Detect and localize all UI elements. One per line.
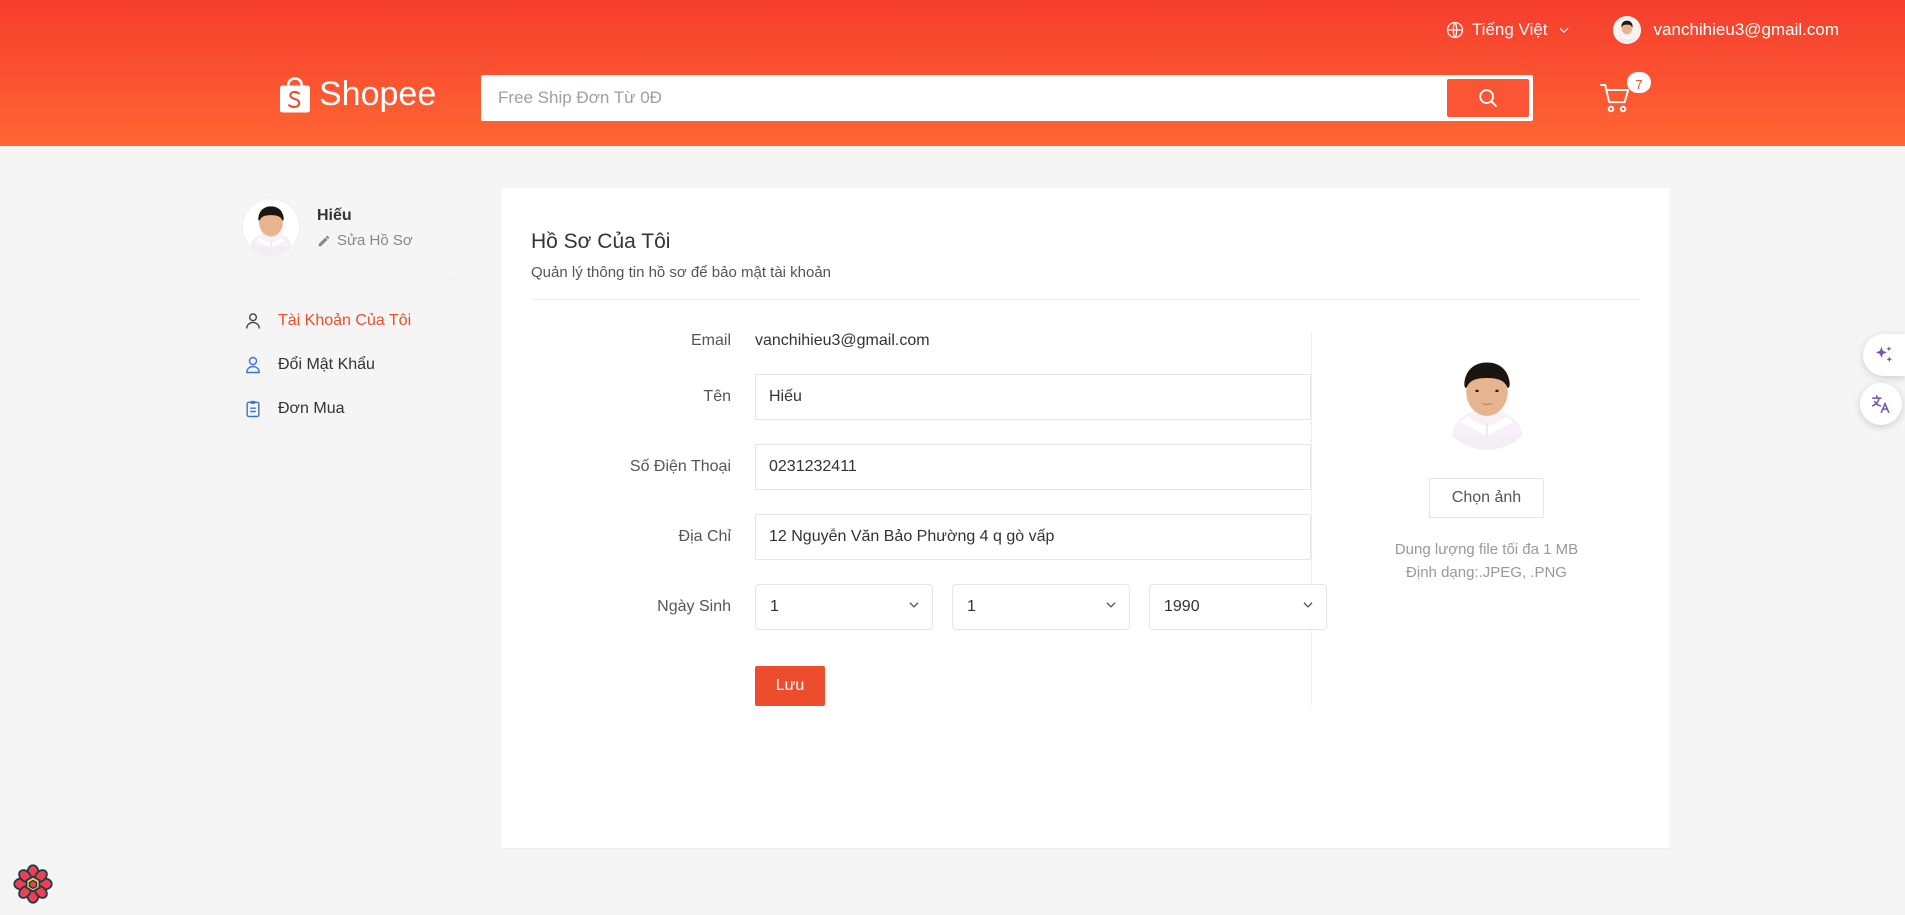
profile-card: Hồ Sơ Của Tôi Quản lý thông tin hồ sơ để… [501, 188, 1669, 848]
email-value: vanchihieu3@gmail.com [755, 331, 930, 349]
save-row: Lưu [531, 665, 1291, 706]
dob-year-select[interactable]: 1990199119921993199419951996199719981999… [1149, 583, 1327, 630]
flower-logo-icon [12, 863, 54, 905]
avatar [1612, 16, 1641, 44]
sidebar-item-label: Đổi Mật Khẩu [278, 356, 375, 373]
card-body: Email vanchihieu3@gmail.com Tên Số Điện … [531, 300, 1639, 706]
sidebar-item-my-account[interactable]: Tài Khoản Của Tôi [242, 299, 474, 343]
translate-button[interactable] [1860, 383, 1902, 425]
search-bar [481, 75, 1533, 121]
floating-tools [1860, 334, 1905, 425]
sidebar-avatar[interactable] [242, 198, 300, 256]
field-row-email: Email vanchihieu3@gmail.com [531, 332, 1291, 350]
clipboard-icon [242, 398, 264, 420]
cart-count-badge: 7 [1627, 72, 1651, 93]
header-main-bar: Shopee 7 [0, 60, 1905, 146]
sidebar-item-change-password[interactable]: Đổi Mật Khẩu [242, 343, 474, 387]
search-input[interactable] [485, 79, 1447, 117]
dob-label: Ngày Sinh [657, 597, 731, 615]
sidebar-user-card: Hiếu Sửa Hồ Sơ [242, 198, 474, 278]
choose-photo-button[interactable]: Chọn ảnh [1428, 477, 1545, 518]
shopee-logo[interactable]: Shopee [275, 72, 439, 118]
svg-text:Shopee: Shopee [319, 75, 436, 113]
field-row-name: Tên [531, 373, 1311, 420]
upload-hint-format: Định dạng:.JPEG, .PNG [1406, 563, 1567, 581]
sidebar-user-name: Hiếu [317, 206, 352, 224]
phone-label: Số Điện Thoại [629, 457, 731, 475]
address-input[interactable] [755, 513, 1311, 560]
globe-icon [1445, 20, 1465, 40]
upload-hint: Dung lượng file tối đa 1 MB Định dạng:.J… [1395, 538, 1578, 585]
ai-assistant-button[interactable] [1863, 334, 1905, 376]
dob-day-select[interactable]: 1234567891011121314151617181920212223242… [755, 583, 933, 630]
cart-button[interactable]: 7 [1593, 72, 1651, 121]
search-icon [1476, 86, 1500, 110]
save-spacer [531, 666, 755, 706]
avatar-upload-panel: Chọn ảnh Dung lượng file tối đa 1 MB Địn… [1311, 331, 1661, 706]
shopee-wordmark: Shopee [319, 75, 436, 113]
sidebar: Hiếu Sửa Hồ Sơ Tài Khoản Của Tôi Đổi Mật… [242, 188, 474, 848]
name-input[interactable] [755, 373, 1311, 420]
page-subtitle: Quản lý thông tin hồ sơ để bảo mật tài k… [531, 263, 832, 281]
upload-hint-size: Dung lượng file tối đa 1 MB [1394, 540, 1579, 558]
header-top-bar: Tiếng Việt vanchihieu3@gmail.com [0, 0, 1905, 60]
field-row-phone: Số Điện Thoại [531, 443, 1311, 490]
dob-month-wrap: 123456789101112 [952, 583, 1130, 630]
flower-logo-button[interactable] [12, 863, 54, 905]
account-menu[interactable]: vanchihieu3@gmail.com [1612, 16, 1839, 44]
dob-day-wrap: 1234567891011121314151617181920212223242… [755, 583, 933, 630]
dob-year-wrap: 1990199119921993199419951996199719981999… [1149, 583, 1327, 630]
sidebar-divider [242, 278, 454, 279]
translate-icon [1870, 393, 1892, 415]
account-email-label: vanchihieu3@gmail.com [1653, 20, 1839, 39]
email-label: Email [690, 331, 731, 349]
sparkle-ai-icon [1873, 344, 1895, 366]
save-button[interactable]: Lưu [755, 665, 825, 706]
shopee-bag-icon [280, 77, 310, 113]
chevron-down-icon [1555, 23, 1571, 37]
field-row-address: Địa Chỉ [531, 513, 1311, 560]
page-title: Hồ Sơ Của Tôi [531, 230, 671, 253]
language-selector[interactable]: Tiếng Việt [1445, 20, 1571, 40]
card-header: Hồ Sơ Của Tôi Quản lý thông tin hồ sơ để… [531, 210, 1639, 300]
name-label: Tên [703, 387, 731, 405]
pencil-icon [317, 234, 331, 248]
profile-form: Email vanchihieu3@gmail.com Tên Số Điện … [531, 332, 1327, 706]
dob-selects: 1234567891011121314151617181920212223242… [755, 583, 1327, 630]
sidebar-item-my-orders[interactable]: Đơn Mua [242, 387, 474, 431]
page-body: Hiếu Sửa Hồ Sơ Tài Khoản Của Tôi Đổi Mật… [0, 146, 1905, 848]
sidebar-item-label: Tài Khoản Của Tôi [278, 312, 412, 329]
address-label: Địa Chỉ [678, 527, 731, 545]
search-button[interactable] [1447, 79, 1529, 117]
field-row-dob: Ngày Sinh 123456789101112131415161718192… [531, 583, 1327, 630]
user-outline-icon [242, 310, 264, 332]
language-label: Tiếng Việt [1471, 20, 1548, 39]
dob-month-select[interactable]: 123456789101112 [952, 583, 1130, 630]
site-header: Tiếng Việt vanchihieu3@gmail.com Shopee … [0, 0, 1905, 146]
phone-input[interactable] [755, 443, 1311, 490]
edit-profile-link[interactable]: Sửa Hồ Sơ [317, 232, 413, 249]
sidebar-item-label: Đơn Mua [278, 400, 345, 417]
profile-avatar-preview [1436, 349, 1537, 450]
user-lock-icon [242, 354, 264, 376]
edit-profile-label: Sửa Hồ Sơ [337, 232, 413, 250]
